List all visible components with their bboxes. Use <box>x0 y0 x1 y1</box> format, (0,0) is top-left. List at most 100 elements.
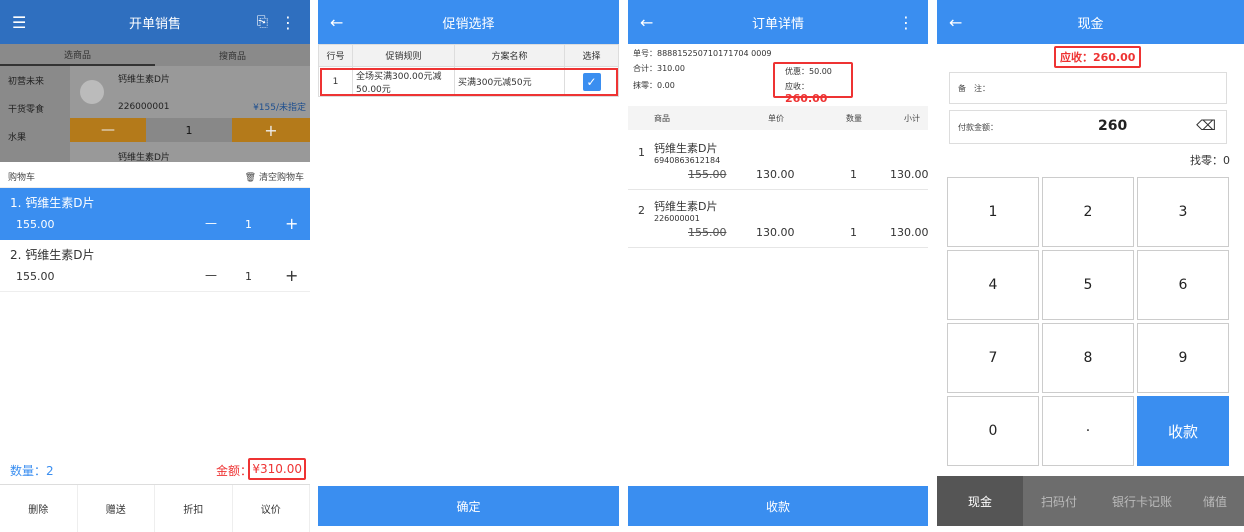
item-no: 1 <box>638 146 645 159</box>
receivable-amount: 应收：260.00 <box>1054 46 1142 68</box>
category-item[interactable]: 初营未来 <box>0 66 70 94</box>
cart-item[interactable]: 1. 钙维生素D片 155.00 — 1 + <box>0 188 310 240</box>
order-title: 订单详情 <box>751 16 804 32</box>
col-header: 方案名称 <box>454 44 565 67</box>
cart-plus-button[interactable]: + <box>285 266 298 285</box>
cart-plus-button[interactable]: + <box>285 214 298 233</box>
row-no: 1 <box>318 66 353 97</box>
tab-bank-card[interactable]: 银行卡记账 <box>1095 476 1189 526</box>
action-bar: 删除 赠送 折扣 议价 <box>0 484 310 532</box>
item-subtotal: 130.00 <box>890 226 928 239</box>
key-6[interactable]: 6 <box>1137 250 1229 320</box>
gift-button[interactable]: 赠送 <box>78 485 155 532</box>
cash-header: ← 现金 <box>937 0 1244 44</box>
key-1[interactable]: 1 <box>947 177 1039 247</box>
collect-key[interactable]: 收款 <box>1137 396 1229 466</box>
item-name: 钙维生素D片 <box>654 142 718 155</box>
pay-amount-field[interactable]: 付款金额： 260 ⌫ <box>949 110 1227 144</box>
clear-cart-button[interactable]: 🗑 清空购物车 <box>245 170 304 183</box>
col-header: 单价 <box>768 114 784 123</box>
plus-button[interactable]: + <box>232 118 310 142</box>
key-5[interactable]: 5 <box>1042 250 1134 320</box>
note-label: 备 注： <box>958 83 990 93</box>
item-qty: 1 <box>850 168 857 181</box>
tab-select-product[interactable]: 选商品 <box>0 44 155 66</box>
item-qty: 1 <box>850 226 857 239</box>
cart-item[interactable]: 2. 钙维生素D片 155.00 — 1 + <box>0 240 310 292</box>
amount-value: ¥310.00 <box>248 458 306 480</box>
cart-minus-button[interactable]: — <box>205 216 217 230</box>
product-price: ¥155/未指定 <box>253 103 306 113</box>
key-0[interactable]: 0 <box>947 396 1039 466</box>
item-orig-price: 155.00 <box>688 168 727 181</box>
trash-icon: 🗑 <box>244 173 257 183</box>
backspace-icon[interactable]: ⌫ <box>1196 118 1216 134</box>
pay-value: 260 <box>1098 118 1128 134</box>
list-item[interactable]: 1 钙维生素D片 6940863612184 155.00 130.00 1 1… <box>628 134 928 190</box>
change-label: 找零：0 <box>1190 154 1230 167</box>
back-arrow-icon[interactable]: ← <box>640 13 653 32</box>
tab-stored-value[interactable]: 储值 <box>1189 476 1244 526</box>
discount-button[interactable]: 折扣 <box>155 485 233 532</box>
key-3[interactable]: 3 <box>1137 177 1229 247</box>
items-header: 商品 单价 数量 小计 <box>628 106 928 130</box>
key-7[interactable]: 7 <box>947 323 1039 393</box>
collect-button[interactable]: 收款 <box>628 486 928 526</box>
bargain-button[interactable]: 议价 <box>233 485 310 532</box>
menu-icon[interactable]: ☰ <box>12 13 26 32</box>
list-item[interactable]: 2 钙维生素D片 226000001 155.00 130.00 1 130.0… <box>628 192 928 248</box>
pay-label: 付款金额： <box>958 123 998 132</box>
cart-label: 购物车 <box>8 173 36 183</box>
qty-stepper: — 1 + <box>70 118 310 142</box>
note-field[interactable]: 备 注： <box>949 72 1227 104</box>
receivable-value: 260.00 <box>785 92 828 105</box>
cart-item-price: 155.00 <box>16 218 55 231</box>
confirm-button[interactable]: 确定 <box>318 486 619 526</box>
row-scheme: 买满300元减50元 <box>454 66 565 97</box>
item-subtotal: 130.00 <box>890 168 928 181</box>
cart-item-name: 1. 钙维生素D片 <box>10 196 95 210</box>
delete-button[interactable]: 删除 <box>0 485 78 532</box>
cash-title: 现金 <box>1077 16 1104 32</box>
more-icon[interactable]: ⋮ <box>280 13 296 32</box>
category-item[interactable]: 干货零食 <box>0 94 70 122</box>
item-price: 130.00 <box>756 168 795 181</box>
promotion-panel: ← 促销选择 行号 促销规则 方案名称 选择 1 全场买满300.00元减50.… <box>318 0 619 532</box>
col-header: 商品 <box>654 114 670 123</box>
product-image-icon <box>80 80 104 104</box>
item-orig-price: 155.00 <box>688 226 727 239</box>
cart-minus-button[interactable]: — <box>205 268 217 282</box>
back-arrow-icon[interactable]: ← <box>330 13 343 32</box>
key-dot[interactable]: · <box>1042 396 1134 466</box>
sales-panel: ☰ 开单销售 ⎘ ⋮ 选商品 搜商品 初营未来 干货零食 水果 钙维生素D片 2… <box>0 0 310 532</box>
receivable-label: 应收： <box>785 82 809 91</box>
category-list: 初营未来 干货零食 水果 <box>0 66 70 162</box>
checkbox-checked-icon[interactable]: ✓ <box>582 72 601 91</box>
product-code: 226000001 <box>118 102 170 112</box>
key-4[interactable]: 4 <box>947 250 1039 320</box>
tab-cash[interactable]: 现金 <box>937 476 1023 526</box>
key-9[interactable]: 9 <box>1137 323 1229 393</box>
category-item[interactable]: 水果 <box>0 122 70 150</box>
scan-icon[interactable]: ⎘ <box>257 14 268 30</box>
col-header: 促销规则 <box>352 44 455 67</box>
product-name-2: 钙维生素D片 <box>118 153 170 163</box>
product-card[interactable]: 钙维生素D片 226000001 ¥155/未指定 — 1 + 钙维生素D片 <box>70 66 310 163</box>
table-row[interactable]: 1 全场买满300.00元减50.00元 买满300元减50元 ✓ <box>318 66 619 97</box>
tab-search-product[interactable]: 搜商品 <box>155 44 310 66</box>
col-header: 选择 <box>564 44 619 67</box>
more-icon[interactable]: ⋮ <box>898 13 914 32</box>
cart-header: 购物车 🗑 清空购物车 <box>0 166 310 188</box>
tab-scan-pay[interactable]: 扫码付 <box>1023 476 1095 526</box>
cart-item-qty: 1 <box>245 218 252 231</box>
minus-button[interactable]: — <box>70 118 146 142</box>
key-2[interactable]: 2 <box>1042 177 1134 247</box>
col-header: 行号 <box>318 44 353 67</box>
back-arrow-icon[interactable]: ← <box>949 13 962 32</box>
sales-title: 开单销售 <box>128 16 181 32</box>
qty-value[interactable]: 1 <box>146 118 232 142</box>
payment-tabs: 现金 扫码付 银行卡记账 储值 <box>937 476 1244 526</box>
count-label: 数量：2 <box>10 464 54 478</box>
cart-item-price: 155.00 <box>16 270 55 283</box>
key-8[interactable]: 8 <box>1042 323 1134 393</box>
